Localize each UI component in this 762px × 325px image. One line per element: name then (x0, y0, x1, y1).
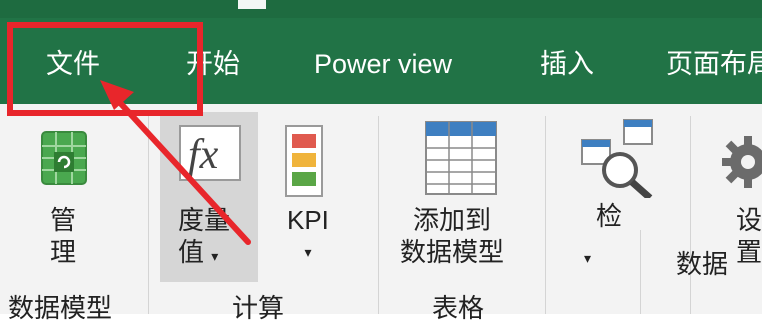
annotation-arrow-icon (100, 80, 251, 245)
